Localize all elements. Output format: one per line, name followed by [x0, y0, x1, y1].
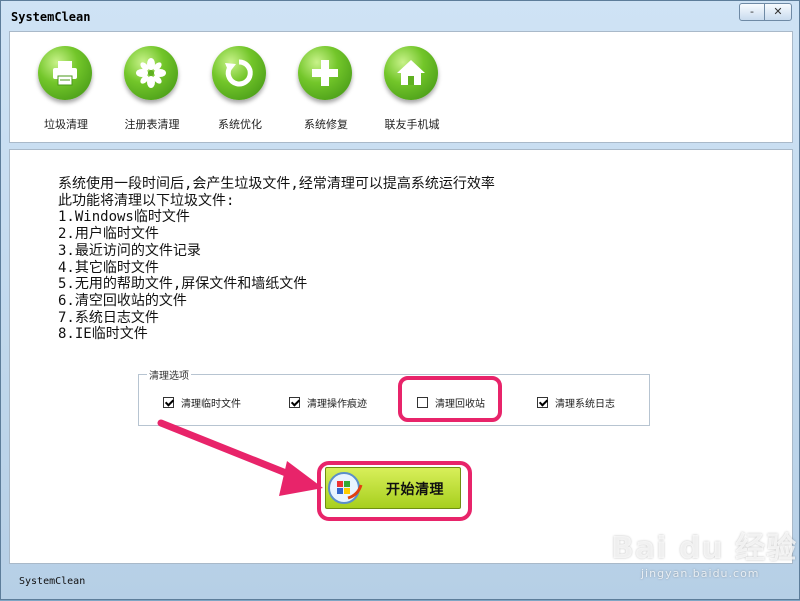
tool-registry-clean[interactable]: 注册表清理 — [112, 36, 192, 136]
tool-system-optimize[interactable]: 系统优化 — [200, 36, 280, 136]
start-clean-label: 开始清理 — [386, 482, 444, 498]
option-activity-traces[interactable]: 清理操作痕迹 — [289, 395, 367, 411]
description-line: 6.清空回收站的文件 — [58, 292, 187, 309]
description-line: 系统使用一段时间后,会产生垃圾文件,经常清理可以提高系统运行效率 — [58, 176, 495, 192]
windows-clean-icon — [328, 471, 364, 505]
tool-junk-clean[interactable]: 垃圾清理 — [26, 36, 106, 136]
option-system-logs[interactable]: 清理系统日志 — [537, 395, 615, 411]
minimize-button[interactable]: - — [739, 3, 765, 21]
description-line: 7.系统日志文件 — [58, 309, 159, 326]
description-line: 1.Windows临时文件 — [58, 209, 190, 226]
description-line: 此功能将清理以下垃圾文件: — [58, 192, 235, 209]
home-icon — [384, 46, 438, 100]
checkbox[interactable] — [537, 397, 548, 408]
window-title: SystemClean — [11, 10, 91, 24]
tool-label: 系统修复 — [304, 118, 348, 131]
description-text: 系统使用一段时间后,会产生垃圾文件,经常清理可以提高系统运行效率 此功能将清理以… — [58, 176, 495, 343]
title-bar[interactable]: SystemClean - ✕ — [1, 1, 799, 29]
printer-icon — [38, 46, 92, 100]
tool-label: 联友手机城 — [384, 118, 440, 131]
description-line: 3.最近访问的文件记录 — [58, 242, 201, 259]
refresh-icon — [212, 46, 266, 100]
clean-options-group: 清理选项 清理临时文件 清理操作痕迹 清理回收站 清理系统日志 — [138, 367, 650, 426]
status-text: SystemClean — [19, 576, 86, 587]
app-window: SystemClean - ✕ 垃圾清理 注册表清理 系统优化 系统修复 联友手… — [0, 0, 800, 600]
option-label: 清理操作痕迹 — [307, 399, 367, 410]
baidu-watermark: Bai du 经验 jingyan.baidu.com — [611, 511, 796, 591]
option-temp-files[interactable]: 清理临时文件 — [163, 395, 241, 411]
flower-icon — [124, 46, 178, 100]
tool-label: 注册表清理 — [124, 118, 180, 131]
tool-system-repair[interactable]: 系统修复 — [286, 36, 366, 136]
plus-icon — [298, 46, 352, 100]
close-button[interactable]: ✕ — [764, 3, 792, 21]
checkbox[interactable] — [289, 397, 300, 408]
tool-label: 垃圾清理 — [44, 118, 88, 131]
option-label: 清理系统日志 — [555, 399, 615, 410]
watermark-url: jingyan.baidu.com — [641, 567, 760, 580]
description-line: 4.其它临时文件 — [58, 259, 159, 276]
option-label: 清理临时文件 — [181, 399, 241, 410]
highlight-annotation — [398, 376, 502, 422]
options-title: 清理选项 — [147, 367, 191, 382]
toolbar: 垃圾清理 注册表清理 系统优化 系统修复 联友手机城 — [9, 31, 793, 143]
description-line: 2.用户临时文件 — [58, 226, 159, 243]
description-line: 5.无用的帮助文件,屏保文件和墙纸文件 — [58, 276, 308, 293]
tool-phone-mall[interactable]: 联友手机城 — [372, 36, 452, 136]
watermark-logo: Bai du 经验 — [611, 531, 798, 566]
start-clean-button[interactable]: 开始清理 — [325, 467, 461, 509]
checkbox[interactable] — [163, 397, 174, 408]
tool-label: 系统优化 — [218, 118, 262, 131]
description-line: 8.IE临时文件 — [58, 326, 148, 343]
